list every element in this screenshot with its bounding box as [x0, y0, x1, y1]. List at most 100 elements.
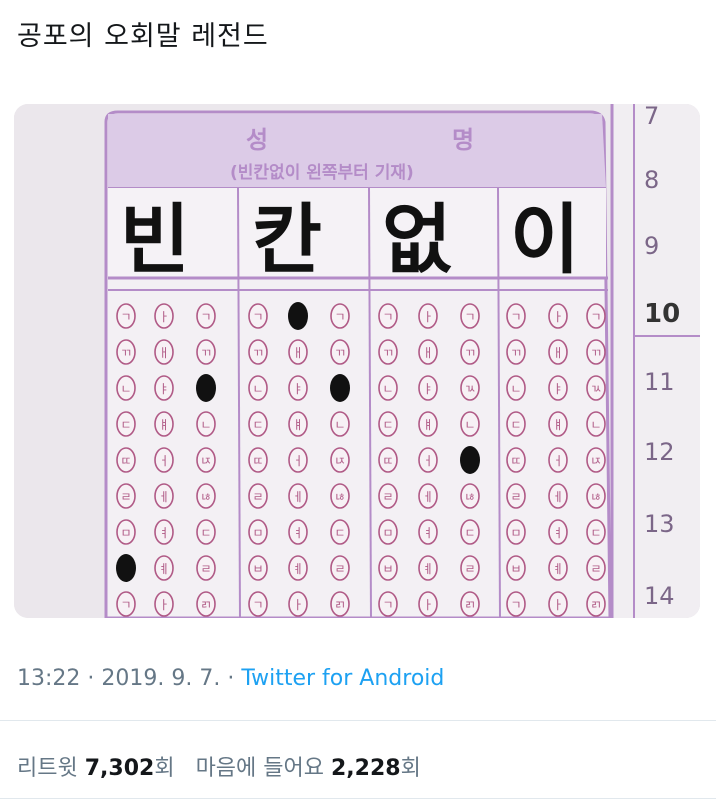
bubble-label: ㄲ	[590, 346, 601, 360]
bubble-label: ㄴ	[200, 418, 211, 432]
bubble-label: ㄹ	[120, 490, 131, 504]
bubble-label: ㄲ	[252, 346, 263, 360]
bubble-label: ㄱ	[464, 310, 475, 324]
bubble-label: ㅏ	[552, 310, 563, 324]
bubble-label: ㄹ	[334, 562, 345, 576]
retweets-label: 리트윗	[17, 756, 78, 781]
bubble-label: ㅒ	[422, 418, 433, 432]
bubble-label: ㄱ	[510, 598, 521, 612]
handwritten-char: 없	[382, 195, 452, 284]
bubble-label: ㅖ	[158, 562, 169, 576]
bubble-label: ㄸ	[382, 454, 393, 468]
bubble-label: ㄴ	[120, 382, 131, 396]
bubble-label: ㅕ	[552, 526, 563, 540]
tweet-stats: 리트윗 7,302회 마음에 들어요 2,228회	[17, 750, 421, 782]
divider	[0, 798, 716, 799]
bubble-label: ㄲ	[510, 346, 521, 360]
bubble-label: ㄴ	[510, 382, 521, 396]
bubble-label: ㅁ	[252, 526, 263, 540]
bubble-label: ㄱ	[382, 598, 393, 612]
bubble-label: ㅔ	[292, 490, 303, 504]
handwritten-char: 빈	[120, 195, 190, 284]
bubble-label: ㄸ	[510, 454, 521, 468]
filled-bubble	[116, 554, 136, 582]
bubble-label: ㄶ	[334, 490, 345, 504]
row-number: 14	[644, 582, 675, 610]
bubble-label: ㄺ	[590, 598, 601, 612]
bubble-label: ㄷ	[464, 526, 475, 540]
bubble-label: ㄶ	[464, 490, 475, 504]
bubble-label: ㄹ	[200, 562, 211, 576]
bubble-label: ㅏ	[292, 598, 303, 612]
tweet-date: 2019. 9. 7.	[101, 666, 221, 691]
tweet-meta: 13:22 · 2019. 9. 7. · Twitter for Androi…	[17, 666, 444, 691]
divider	[0, 720, 716, 721]
header-left: 성	[246, 126, 268, 154]
bubble-label: ㅐ	[422, 346, 433, 360]
bubble-label: ㅖ	[552, 562, 563, 576]
tweet-photo[interactable]: 성 명 (빈칸없이 왼쪽부터 기재) 빈 칸 없 이 ㄱㄲㄴㄷㄸㄹㅁㄱㅏㅐㅑㅒㅓㅔㅕㅖㅏㄱㄲ…	[14, 104, 700, 618]
bubble-label: ㅏ	[158, 598, 169, 612]
bubble-label: ㄺ	[334, 598, 345, 612]
bubble-label: ㄷ	[120, 418, 131, 432]
bubble-label: ㅏ	[552, 598, 563, 612]
source-link[interactable]: Twitter for Android	[241, 666, 444, 691]
bubble-label: ㄵ	[590, 454, 601, 468]
bubble-label: ㄲ	[464, 346, 475, 360]
bubble-label: ㄱ	[334, 310, 345, 324]
instruction-text: (빈칸없이 왼쪽부터 기재)	[230, 163, 414, 183]
bubble-label: ㅏ	[422, 310, 433, 324]
filled-bubble	[288, 302, 308, 330]
row-number: 12	[644, 438, 675, 466]
bubble-label: ㄹ	[590, 562, 601, 576]
meta-separator: ·	[80, 666, 102, 691]
bubble-label: ㅑ	[422, 382, 433, 396]
bubble-label: ㄹ	[464, 562, 475, 576]
handwritten-char: 이	[510, 195, 580, 284]
retweets-stat[interactable]: 리트윗 7,302회	[17, 756, 175, 781]
bubble-label: ㄴ	[252, 382, 263, 396]
bubble-label: ㅐ	[292, 346, 303, 360]
bubble-label: ㄱ	[120, 310, 131, 324]
bubble-label: ㄷ	[252, 418, 263, 432]
bubble-label: ㄵ	[334, 454, 345, 468]
bubble-label: ㄷ	[510, 418, 521, 432]
bubble-label: ㄳ	[590, 382, 601, 396]
bubble-label: ㅓ	[292, 454, 303, 468]
tweet-time: 13:22	[17, 666, 81, 691]
bubble-label: ㅒ	[292, 418, 303, 432]
bubble-label: ㄲ	[382, 346, 393, 360]
bubble-label: ㅐ	[552, 346, 563, 360]
likes-count: 2,228	[331, 756, 401, 781]
bubble-label: ㅂ	[382, 562, 393, 576]
row-number: 13	[644, 510, 675, 538]
bubble-label: ㅏ	[422, 598, 433, 612]
row-number: 11	[644, 368, 675, 396]
bubble-label: ㅂ	[252, 562, 263, 576]
bubble-label: ㄺ	[200, 598, 211, 612]
bubble-label: ㅁ	[382, 526, 393, 540]
bubble-label: ㄴ	[382, 382, 393, 396]
bubble-label: ㅔ	[422, 490, 433, 504]
bubble-label: ㄱ	[200, 310, 211, 324]
row-number: 7	[644, 104, 659, 130]
bubble-label: ㄲ	[120, 346, 131, 360]
bubble-label: ㅖ	[292, 562, 303, 576]
bubble-label: ㄱ	[120, 598, 131, 612]
bubble-label: ㅑ	[158, 382, 169, 396]
bubble-label: ㄲ	[334, 346, 345, 360]
bubble-label: ㅓ	[552, 454, 563, 468]
likes-stat[interactable]: 마음에 들어요 2,228회	[196, 756, 421, 781]
bubble-label: ㄱ	[510, 310, 521, 324]
bubble-label: ㄳ	[464, 382, 475, 396]
bubble-label: ㄴ	[464, 418, 475, 432]
filled-bubble	[330, 374, 350, 402]
bubble-label: ㄶ	[590, 490, 601, 504]
bubble-label: ㅑ	[552, 382, 563, 396]
bubble-label: ㄶ	[200, 490, 211, 504]
bubble-label: ㄴ	[590, 418, 601, 432]
bubble-label: ㅐ	[158, 346, 169, 360]
bubble-label: ㄵ	[200, 454, 211, 468]
bubble-label: ㅓ	[158, 454, 169, 468]
bubble-label: ㄷ	[590, 526, 601, 540]
